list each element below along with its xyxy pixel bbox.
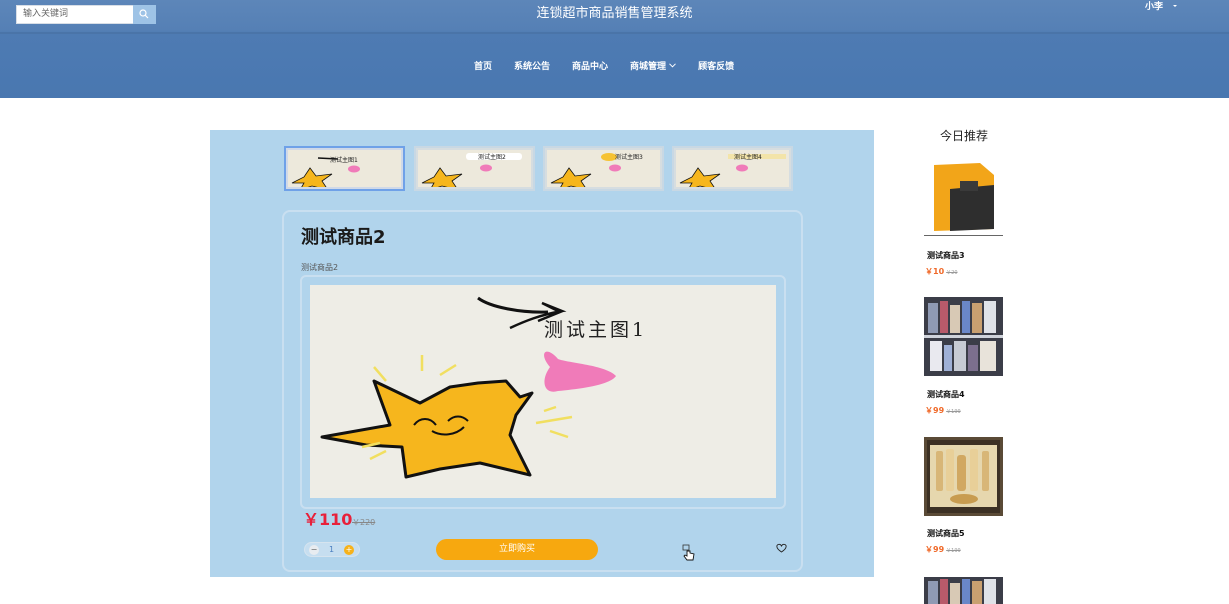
thumbnail-caption: 测试主图1 [330,156,358,164]
recommend-item-name[interactable]: 测试商品4 [927,390,965,400]
recommend-item-price: ￥10 ￥20 [925,267,958,278]
recommend-item-image[interactable] [924,297,1003,376]
thumbnail-image: 测试主图1 [288,150,401,187]
recommend-item-image[interactable] [924,437,1003,516]
cart-icon[interactable] [682,544,696,562]
user-menu[interactable]: 小李 [1145,1,1163,13]
nav-mall-management-label: 商城管理 [630,62,667,72]
decrease-quantity-button[interactable]: − [309,545,319,555]
thumbnail-1[interactable]: 测试主图1 [284,146,405,191]
product-price: ￥110 [303,510,353,529]
recommend-title: 今日推荐 [940,129,989,143]
recommend-item-image[interactable] [924,577,1003,604]
recommend-item-old-price: ￥199 [946,548,961,554]
nav-mall-management[interactable]: 商城管理 [630,61,676,73]
recommend-item-image[interactable] [924,157,1003,236]
nav-product-center[interactable]: 商品中心 [572,61,608,73]
buy-now-button[interactable]: 立即购买 [436,539,598,560]
recommend-item-old-price: ￥20 [946,270,958,276]
header-divider [0,32,1229,34]
recommend-item-price: ￥99 ￥199 [925,406,961,417]
product-panel: 测试主图1 测试主图2 测试主图3 测试主图4 测试商品2 测试商品2 测试主图… [210,130,874,577]
thumbnail-2[interactable]: 测试主图2 [414,146,535,191]
thumbnail-4[interactable]: 测试主图4 [672,146,793,191]
thumbnail-caption: 测试主图3 [615,153,643,161]
heart-icon[interactable] [776,543,787,553]
top-header: 输入关键词 连锁超市商品销售管理系统 小李 首页 系统公告 商品中心 商城管理 … [0,0,1229,98]
thumbnail-image: 测试主图2 [418,150,531,187]
product-subtitle: 测试商品2 [301,263,339,272]
product-original-price: ￥220 [352,518,376,527]
nav-feedback[interactable]: 顾客反馈 [698,61,734,73]
thumbnail-caption: 测试主图2 [478,153,506,161]
recommend-item-name[interactable]: 测试商品5 [927,529,965,539]
increase-quantity-button[interactable]: + [344,545,354,555]
thumbnail-image: 测试主图3 [547,150,660,187]
thumbnail-caption: 测试主图4 [734,153,762,161]
recommend-item-price: ￥99 ￥199 [925,545,961,556]
nav-home[interactable]: 首页 [474,61,492,73]
site-title: 连锁超市商品销售管理系统 [536,6,693,21]
recommend-item-old-price: ￥199 [946,409,961,415]
recommend-item-price-value: ￥10 [925,267,945,276]
main-nav: 首页 系统公告 商品中心 商城管理 顾客反馈 [474,61,756,73]
product-main-image: 测试主图1 [310,285,776,498]
product-detail-card: 测试商品2 测试商品2 测试主图1 ￥110 ￥220 − 1 + 立即购买 [282,210,803,572]
caret-down-icon[interactable] [1173,5,1177,7]
main-image-caption: 测试主图1 [544,319,647,341]
recommend-item-price-value: ￥99 [925,406,945,415]
nav-announcements[interactable]: 系统公告 [514,61,550,73]
quantity-value[interactable]: 1 [329,545,334,555]
quantity-stepper: − 1 + [304,542,360,557]
product-name: 测试商品2 [301,227,386,248]
chevron-down-icon [669,63,676,68]
recommend-item-name[interactable]: 测试商品3 [927,251,965,261]
thumbnail-image: 测试主图4 [676,150,789,187]
thumbnail-3[interactable]: 测试主图3 [543,146,664,191]
recommend-item-price-value: ￥99 [925,545,945,554]
